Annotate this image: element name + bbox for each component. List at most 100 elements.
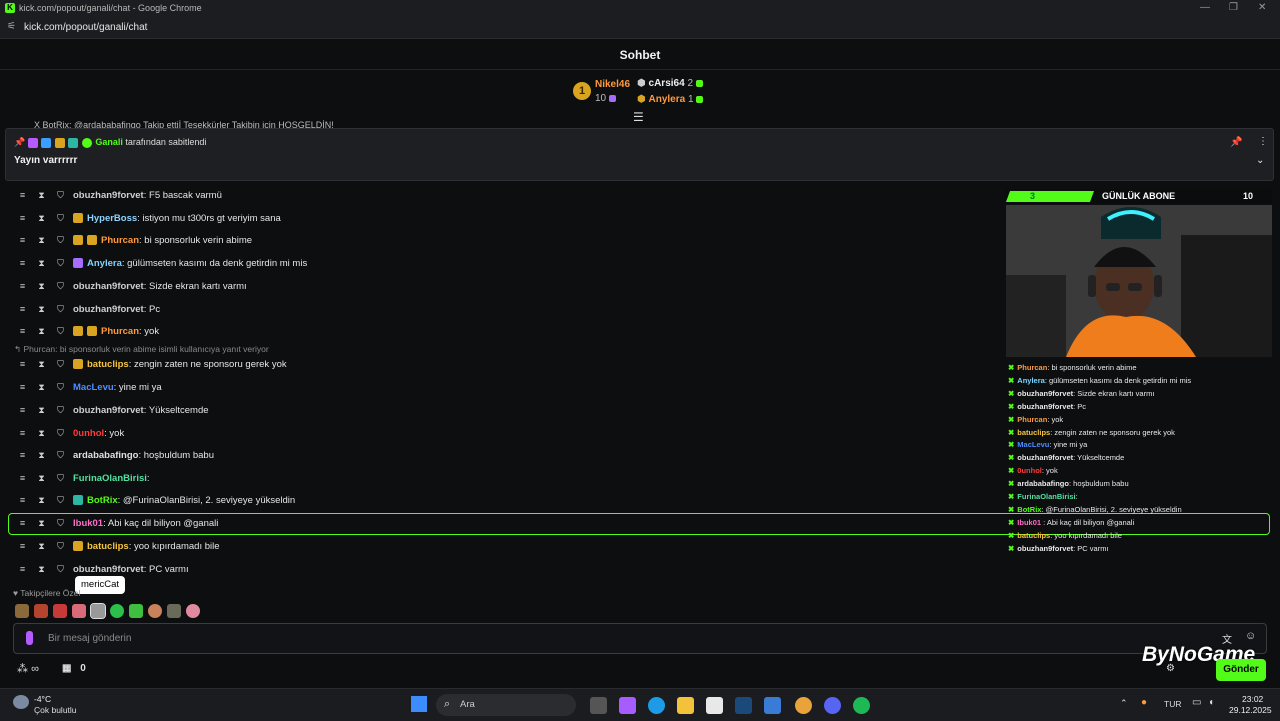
site-info-icon[interactable]: ⚟ [7, 21, 16, 32]
timeout-icon[interactable]: ⧗ [35, 513, 48, 533]
emote[interactable] [167, 603, 181, 618]
chat-username[interactable]: MacLevu [73, 382, 114, 393]
pinned-message[interactable]: 📌 Ganali tarafından sabitlendi Yayın var… [5, 128, 1274, 181]
drag-handle-icon[interactable]: ≡ [16, 299, 29, 319]
chat-message[interactable]: ≡ ⧗ ⛉ obuzhan9forvet: F5 bascak varmü [16, 185, 996, 205]
shield-icon[interactable]: ⛉ [54, 230, 67, 250]
shield-icon[interactable]: ⛉ [54, 423, 67, 443]
shield-icon[interactable]: ⛉ [54, 559, 67, 579]
weather-icon[interactable] [13, 695, 29, 709]
emote[interactable] [148, 603, 162, 618]
chat-message[interactable]: ≡ ⧗ ⛉ BotRix: @FurinaOlanBirisi, 2. seviyey… [16, 490, 996, 510]
shield-icon[interactable]: ⛉ [54, 208, 67, 228]
chat-message[interactable]: ≡ ⧗ ⛉ MacLevu: yine mi ya [16, 377, 996, 397]
timeout-icon[interactable]: ⧗ [35, 559, 48, 579]
more-options-icon[interactable]: ⋮ [1258, 136, 1268, 147]
timeout-icon[interactable]: ⧗ [35, 445, 48, 465]
chat-username[interactable]: batuclips [87, 359, 129, 370]
leader-1-name[interactable]: Nikel46 [595, 79, 630, 90]
chrome-icon[interactable] [795, 697, 812, 714]
chat-username[interactable]: 0unhol [73, 428, 104, 439]
timeout-icon[interactable]: ⧗ [35, 230, 48, 250]
chat-username[interactable]: HyperBoss [87, 213, 137, 224]
shield-icon[interactable]: ⛉ [54, 321, 67, 341]
timeout-icon[interactable]: ⧗ [35, 321, 48, 341]
discord-icon[interactable] [824, 697, 841, 714]
mail-icon[interactable] [764, 697, 781, 714]
drag-handle-icon[interactable]: ≡ [16, 536, 29, 556]
footer-points[interactable]: ▦ 0 [62, 663, 86, 674]
timeout-icon[interactable]: ⧗ [35, 377, 48, 397]
timeout-icon[interactable]: ⧗ [35, 208, 48, 228]
shield-icon[interactable]: ⛉ [54, 468, 67, 488]
clock-time[interactable]: 23:02 [1242, 694, 1263, 704]
settings-icon[interactable]: ⚙ [1166, 663, 1175, 674]
volume-icon[interactable]: ◖ [1208, 697, 1214, 708]
chat-message[interactable]: ≡ ⧗ ⛉ batuclips: zengin zaten ne sponsoru g… [16, 354, 996, 374]
footer-viewers[interactable]: ⁂ ∞ [17, 662, 39, 675]
chat-username[interactable]: Phurcan [101, 235, 139, 246]
taskbar-search[interactable]: ⌕ Ara [436, 694, 576, 716]
address-url[interactable]: kick.com/popout/ganali/chat [24, 22, 147, 33]
copilot-icon[interactable] [619, 697, 636, 714]
emote[interactable] [110, 603, 124, 618]
close-icon[interactable]: ✕ [1258, 2, 1266, 13]
chat-message[interactable]: ≡ ⧗ ⛉ obuzhan9forvet: Sizde ekran kartı var… [16, 276, 996, 296]
chevron-down-icon[interactable]: ⌄ [1256, 155, 1264, 166]
emote[interactable] [72, 603, 86, 618]
shield-icon[interactable]: ⛉ [54, 185, 67, 205]
drag-handle-icon[interactable]: ≡ [16, 253, 29, 273]
chat-username[interactable]: obuzhan9forvet [73, 190, 144, 201]
leader-3[interactable]: ⬢ Anylera 1 [637, 94, 704, 105]
chat-message[interactable]: ≡ ⧗ ⛉ 0unhol: yok [16, 423, 996, 443]
unpin-icon[interactable]: 📌 [1230, 137, 1242, 148]
timeout-icon[interactable]: ⧗ [35, 299, 48, 319]
shield-icon[interactable]: ⛉ [54, 445, 67, 465]
drag-handle-icon[interactable]: ≡ [16, 513, 29, 533]
emote[interactable] [15, 603, 29, 618]
shield-icon[interactable]: ⛉ [54, 513, 67, 533]
chat-message[interactable]: ≡ ⧗ ⛉ FurinaOlanBirisi: [16, 468, 996, 488]
chat-username[interactable]: BotRix [87, 495, 118, 506]
chat-message[interactable]: ≡ ⧗ ⛉ Phurcan: bi sponsorluk verin abime [16, 230, 996, 250]
steam-icon[interactable] [735, 697, 752, 714]
drag-handle-icon[interactable]: ≡ [16, 208, 29, 228]
shield-icon[interactable]: ⛉ [54, 354, 67, 374]
send-button[interactable]: Gönder [1216, 659, 1266, 681]
chat-message[interactable]: ≡ ⧗ ⛉ obuzhan9forvet: PC varmı [16, 559, 996, 579]
timeout-icon[interactable]: ⧗ [35, 468, 48, 488]
task-view-icon[interactable] [590, 697, 607, 714]
timeout-icon[interactable]: ⧗ [35, 253, 48, 273]
network-icon[interactable]: ▭ [1192, 697, 1201, 708]
chat-username[interactable]: batuclips [87, 541, 129, 552]
shield-icon[interactable]: ⛉ [54, 400, 67, 420]
timeout-icon[interactable]: ⧗ [35, 423, 48, 443]
timeout-icon[interactable]: ⧗ [35, 536, 48, 556]
expand-chevron-icon[interactable]: ☰ [633, 110, 644, 124]
timeout-icon[interactable]: ⧗ [35, 185, 48, 205]
shield-icon[interactable]: ⛉ [54, 536, 67, 556]
minimize-icon[interactable]: — [1200, 2, 1210, 13]
microphone-icon[interactable]: ● [1141, 697, 1147, 708]
chat-username[interactable]: Phurcan [101, 326, 139, 337]
drag-handle-icon[interactable]: ≡ [16, 423, 29, 443]
emote[interactable] [186, 603, 200, 618]
spotify-icon[interactable] [853, 697, 870, 714]
language-indicator[interactable]: TUR [1164, 699, 1181, 709]
drag-handle-icon[interactable]: ≡ [16, 230, 29, 250]
pinned-by-user[interactable]: Ganali [95, 137, 123, 147]
timeout-icon[interactable]: ⧗ [35, 354, 48, 374]
drag-handle-icon[interactable]: ≡ [16, 490, 29, 510]
store-icon[interactable] [706, 697, 723, 714]
chat-message[interactable]: ≡ ⧗ ⛉ HyperBoss: istiyon mu t300rs gt veriy… [16, 208, 996, 228]
timeout-icon[interactable]: ⧗ [35, 490, 48, 510]
shield-icon[interactable]: ⛉ [54, 276, 67, 296]
drag-handle-icon[interactable]: ≡ [16, 354, 29, 374]
timeout-icon[interactable]: ⧗ [35, 276, 48, 296]
shield-icon[interactable]: ⛉ [54, 377, 67, 397]
clock-date[interactable]: 29.12.2025 [1229, 705, 1272, 715]
emote[interactable] [129, 603, 143, 618]
chat-input[interactable]: Bir mesaj gönderin 文 ☺ [13, 623, 1267, 654]
shield-icon[interactable]: ⛉ [54, 299, 67, 319]
drag-handle-icon[interactable]: ≡ [16, 445, 29, 465]
